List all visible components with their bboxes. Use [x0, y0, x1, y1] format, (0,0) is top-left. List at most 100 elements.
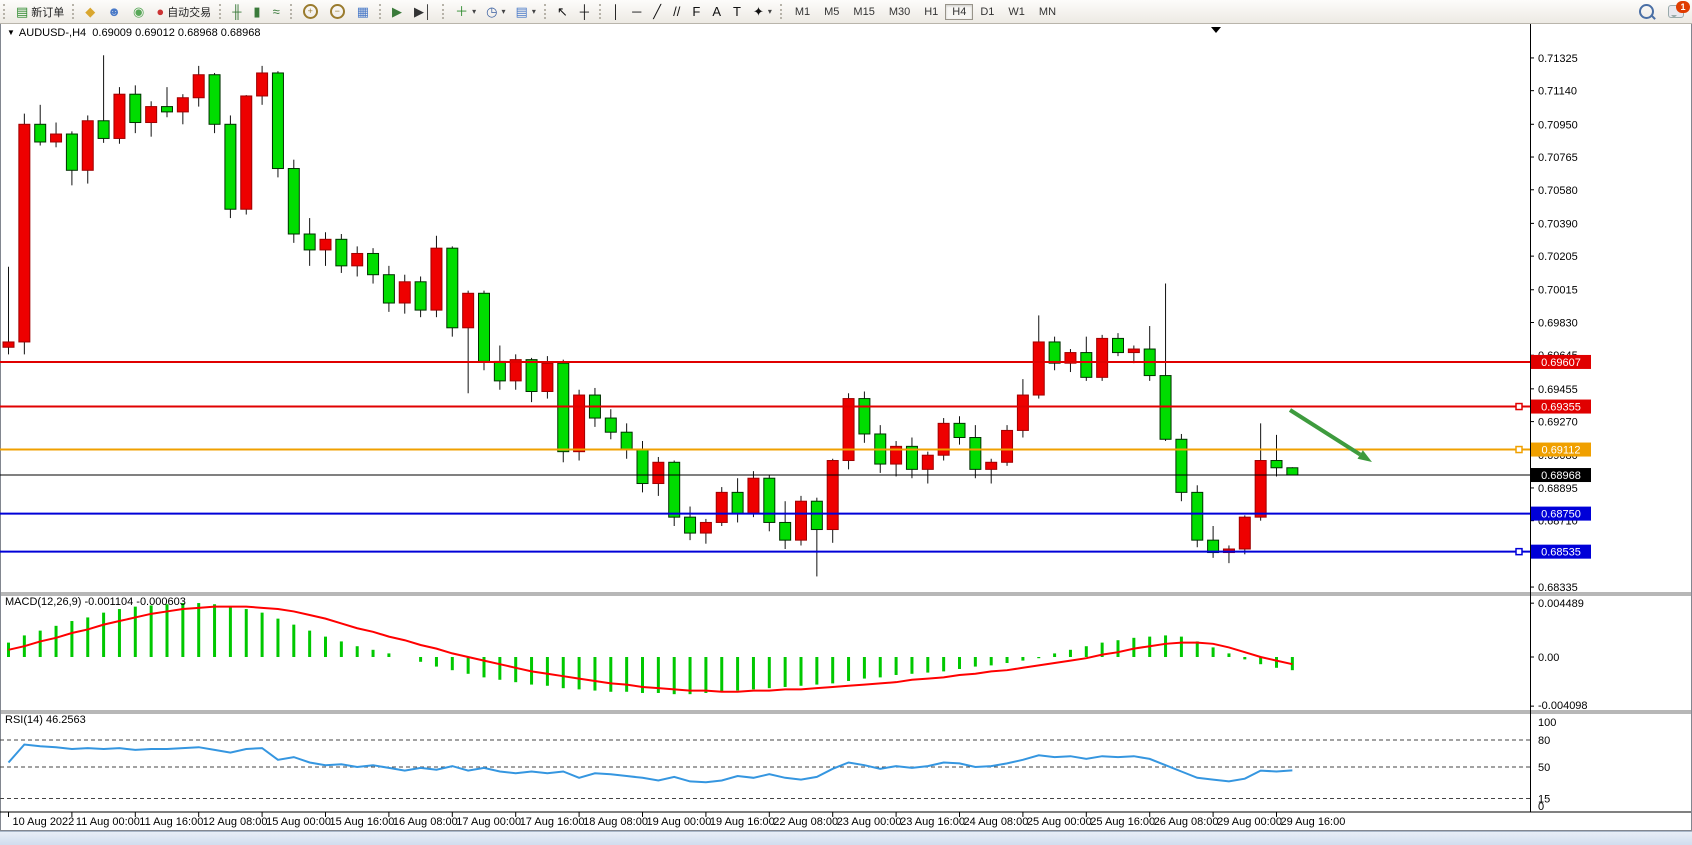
label-icon: T: [733, 5, 741, 18]
time-axis-label: 22 Aug 08:00: [773, 816, 838, 828]
timeframe-button-w1[interactable]: W1: [1001, 4, 1032, 20]
price-axis-label: 0.68335: [1538, 582, 1578, 594]
search-icon[interactable]: [1639, 4, 1654, 19]
notifications-icon[interactable]: 1: [1668, 5, 1684, 18]
autotrading-button-label: 自动交易: [167, 4, 211, 20]
tile-windows-icon[interactable]: ▦: [353, 1, 375, 22]
collapse-triangle-icon[interactable]: ▼: [7, 28, 15, 37]
periods-icon[interactable]: ◷▾: [482, 1, 509, 22]
arrows-icon[interactable]: ✦▾: [749, 1, 776, 22]
candle: [1271, 461, 1282, 468]
trendline-icon: ╱: [653, 5, 661, 18]
toolbar-grip: [599, 4, 603, 19]
toolbar-grip: [780, 4, 784, 19]
line-handle[interactable]: [1516, 447, 1522, 453]
line-handle[interactable]: [1516, 549, 1522, 555]
toolbar-grip: [3, 4, 7, 19]
signals-icon[interactable]: ◉: [129, 1, 150, 22]
crosshair-icon[interactable]: ┼: [576, 1, 595, 22]
rsi-current-value: 46.2563: [46, 714, 86, 726]
candle: [272, 73, 283, 169]
text-icon[interactable]: A: [708, 1, 727, 22]
candle: [922, 455, 933, 469]
candle: [716, 492, 727, 522]
new-order-button: ▤: [16, 5, 28, 18]
candlestick-chart-icon[interactable]: ▮: [249, 1, 266, 22]
timeframe-button-h1[interactable]: H1: [917, 4, 945, 20]
timeframe-button-mn[interactable]: MN: [1032, 4, 1063, 20]
horizontal-line-icon: ─: [632, 5, 641, 18]
candle: [447, 248, 458, 328]
macd-main-value: -0.001104: [84, 596, 133, 608]
vertical-line-icon[interactable]: │: [608, 1, 626, 22]
timeframe-button-m1[interactable]: M1: [788, 4, 817, 20]
fibonacci-icon[interactable]: F: [688, 1, 706, 22]
price-axis-label: 0.70765: [1538, 152, 1578, 164]
candle: [304, 234, 315, 250]
timeframe-button-m30[interactable]: M30: [882, 4, 917, 20]
label-icon[interactable]: T: [729, 1, 747, 22]
dropdown-arrow-icon[interactable]: ▾: [472, 7, 476, 16]
time-axis-label: 11 Aug 00:00: [76, 816, 140, 828]
autotrading-button[interactable]: ●自动交易: [152, 1, 215, 22]
candle: [764, 478, 775, 522]
deposit-icon[interactable]: ◆: [81, 1, 101, 22]
price-badge-value: 0.68535: [1541, 547, 1581, 559]
candle: [1049, 342, 1060, 363]
bar-chart-icon[interactable]: ╫: [228, 1, 247, 22]
price-badge-value: 0.69355: [1541, 402, 1581, 414]
candle: [3, 342, 14, 347]
chart-shift-icon[interactable]: ▶│: [410, 1, 438, 22]
dropdown-arrow-icon[interactable]: ▾: [502, 7, 506, 16]
candle: [82, 121, 93, 171]
candle: [732, 492, 743, 513]
time-axis-label: 10 Aug 2022: [13, 816, 75, 828]
price-badge-value: 0.69607: [1541, 357, 1581, 369]
candle: [843, 399, 854, 461]
candle: [162, 107, 173, 112]
auto-scroll-icon[interactable]: ▶: [388, 1, 408, 22]
autotrading-button: ●: [156, 5, 164, 18]
toolbar-grip: [544, 4, 548, 19]
dropdown-arrow-icon[interactable]: ▾: [768, 7, 772, 16]
line-chart-icon[interactable]: ≈: [269, 1, 286, 22]
candle: [1017, 395, 1028, 430]
candle: [383, 275, 394, 303]
horizontal-line-icon[interactable]: ─: [628, 1, 647, 22]
templates-icon[interactable]: ▤▾: [512, 1, 540, 22]
chart-symbol-period: AUDUSD-,H4: [19, 27, 86, 39]
timeframe-button-h4[interactable]: H4: [945, 4, 973, 20]
timeframe-button-m5[interactable]: M5: [817, 4, 846, 20]
profile-icon[interactable]: ☻: [103, 1, 127, 22]
equidistant-channel-icon: //: [673, 5, 680, 18]
timeframe-button-m15[interactable]: M15: [846, 4, 881, 20]
periods-icon: ◷: [486, 5, 497, 18]
candle: [225, 124, 236, 209]
toolbar-grip: [379, 4, 383, 19]
time-axis-label: 23 Aug 00:00: [837, 816, 902, 828]
chart-title: ▼AUDUSD-,H4 0.69009 0.69012 0.68968 0.68…: [7, 27, 261, 39]
chart-canvas[interactable]: 0.713250.711400.709500.707650.705800.703…: [0, 0, 1692, 845]
price-axis-label: 0.70580: [1538, 185, 1578, 197]
candle: [859, 399, 870, 434]
timeframe-button-d1[interactable]: D1: [973, 4, 1001, 20]
price-badge-value: 0.69112: [1542, 445, 1581, 457]
cursor-icon[interactable]: ↖: [553, 1, 574, 22]
dropdown-arrow-icon[interactable]: ▾: [532, 7, 536, 16]
equidistant-channel-icon[interactable]: //: [669, 1, 686, 22]
candle: [352, 253, 363, 265]
candle: [700, 522, 711, 533]
zoom-in-icon[interactable]: +: [299, 1, 324, 22]
candle: [241, 96, 252, 209]
zoom-out-icon[interactable]: −: [326, 1, 351, 22]
macd-axis-label: 0.00: [1538, 652, 1559, 664]
candle: [35, 124, 46, 142]
candle: [368, 253, 379, 274]
candle: [669, 462, 680, 517]
indicators-icon[interactable]: ＋▾: [451, 1, 480, 22]
trendline-icon[interactable]: ╱: [649, 1, 667, 22]
templates-icon: ▤: [516, 5, 528, 18]
rsi-axis-label: 80: [1538, 735, 1550, 747]
line-handle[interactable]: [1516, 404, 1522, 410]
new-order-button[interactable]: ▤新订单: [12, 1, 68, 22]
